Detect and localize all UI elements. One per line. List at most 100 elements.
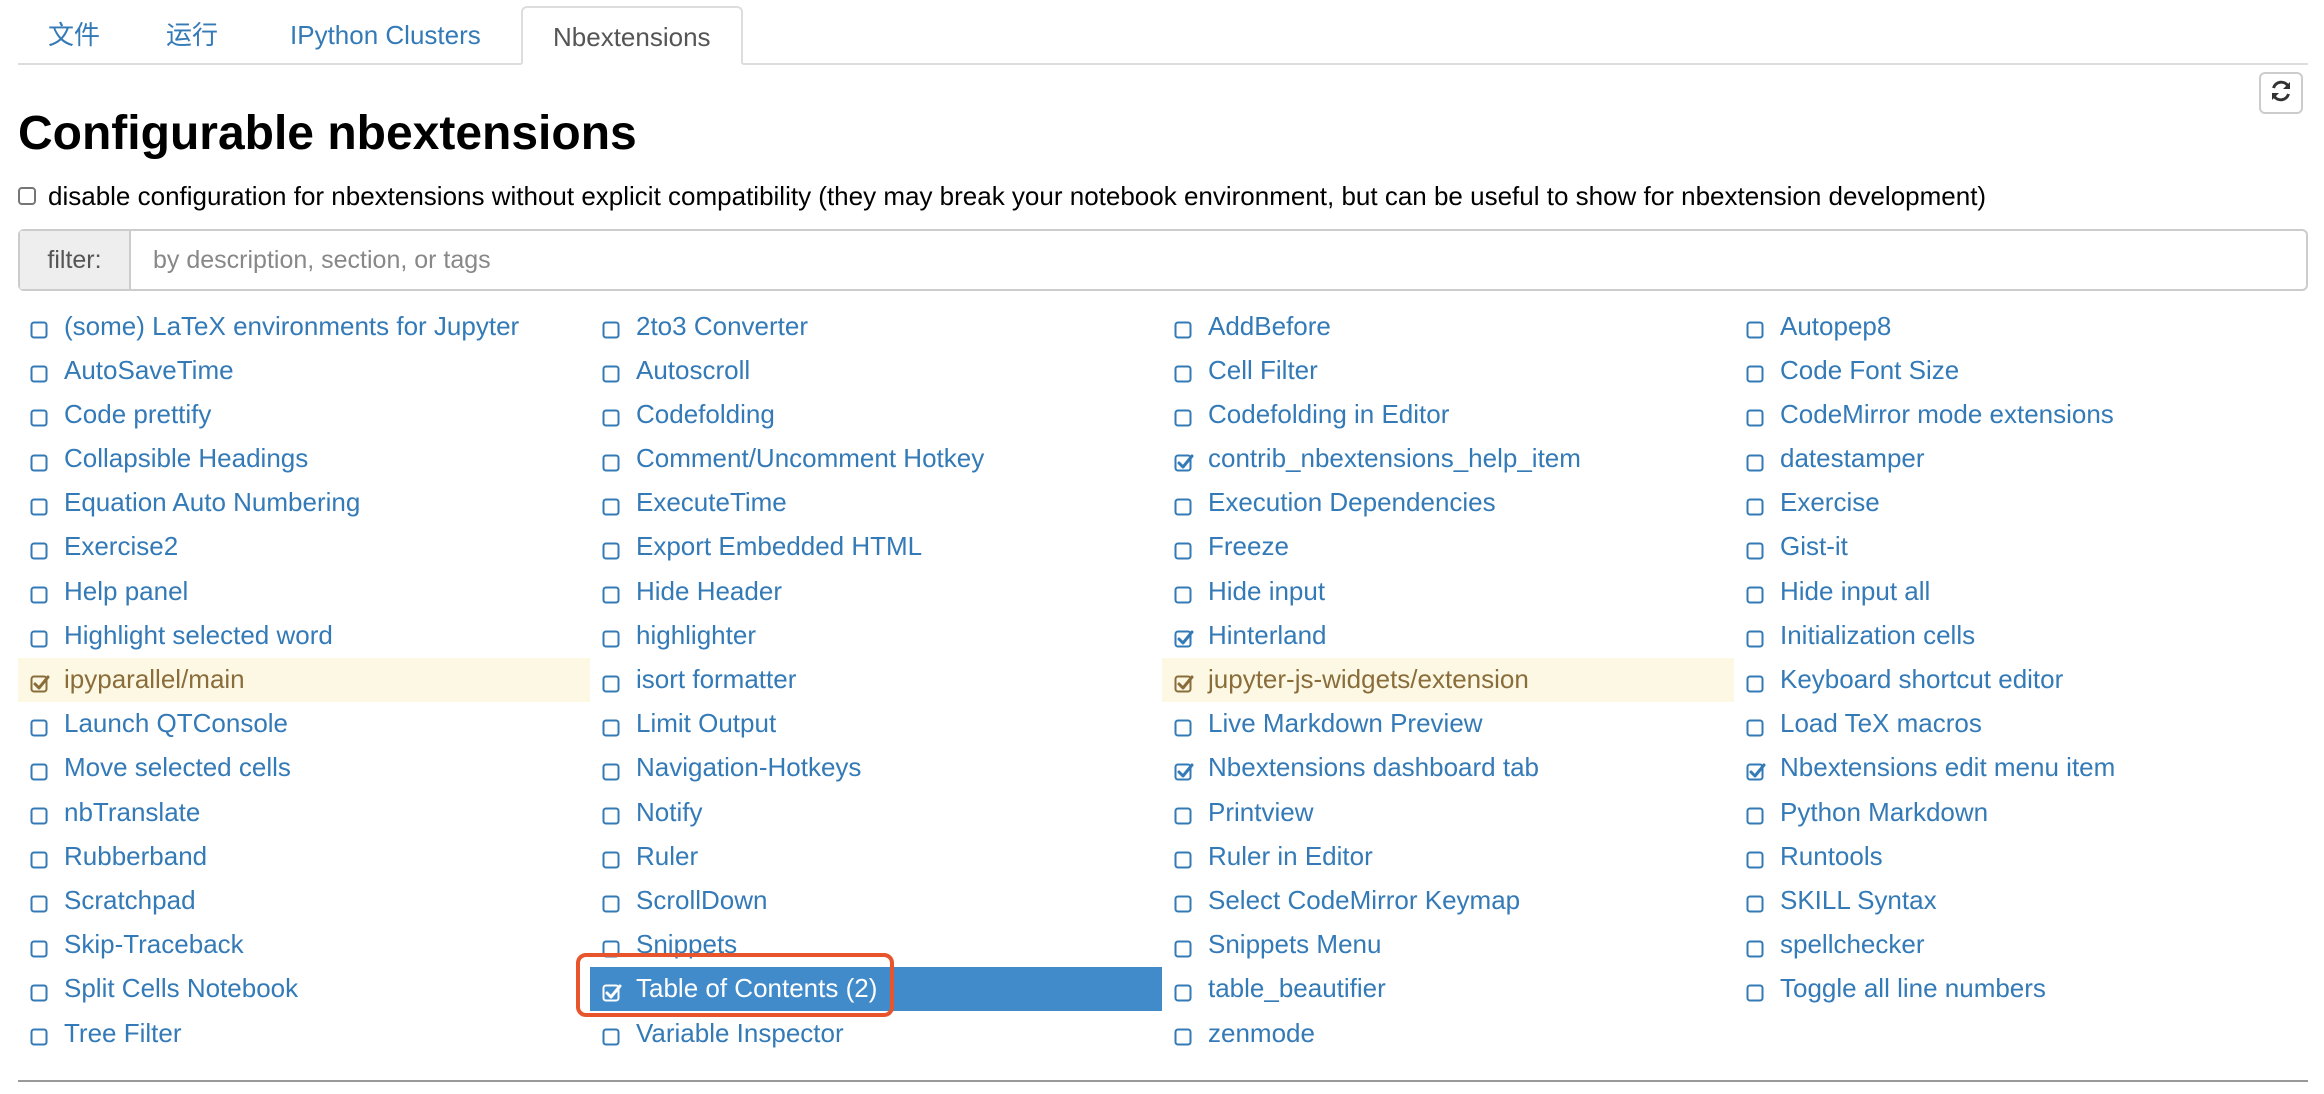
nbextension-item-spellchecker[interactable]: spellchecker [1734,923,2306,967]
unchecked-checkbox-icon[interactable] [1174,581,1194,604]
nbextension-item-exercise2[interactable]: Exercise2 [18,525,590,569]
checked-checkbox-icon[interactable] [1174,670,1194,692]
nbextension-item-nbtranslate[interactable]: nbTranslate [18,790,590,834]
unchecked-checkbox-icon[interactable] [30,625,50,648]
disable-compatibility-option[interactable]: disable configuration for nbextensions w… [18,180,1986,212]
unchecked-checkbox-icon[interactable] [30,581,50,604]
unchecked-checkbox-icon[interactable] [30,493,50,516]
nbextension-item-autoscroll[interactable]: Autoscroll [590,348,1162,392]
unchecked-checkbox-icon[interactable] [1174,493,1194,516]
nbextension-item-table-beautifier[interactable]: table_beautifier [1162,967,1734,1011]
unchecked-checkbox-icon[interactable] [602,581,622,604]
unchecked-checkbox-icon[interactable] [1746,979,1766,1002]
nbextension-item-select-codemirror-keymap[interactable]: Select CodeMirror Keymap [1162,878,1734,922]
nbextension-item-jupyter-js-widgets-extension[interactable]: jupyter-js-widgets/extension [1162,657,1734,702]
unchecked-checkbox-icon[interactable] [1746,714,1766,737]
unchecked-checkbox-icon[interactable] [1174,360,1194,383]
nbextension-item-hide-header[interactable]: Hide Header [590,569,1162,613]
nbextension-item-autosavetime[interactable]: AutoSaveTime [18,348,590,392]
unchecked-checkbox-icon[interactable] [1746,316,1766,339]
unchecked-checkbox-icon[interactable] [1174,935,1194,958]
unchecked-checkbox-icon[interactable] [602,625,622,648]
nbextension-item-runtools[interactable]: Runtools [1734,834,2306,878]
nbextension-item-keyboard-shortcut-editor[interactable]: Keyboard shortcut editor [1734,658,2306,702]
nbextension-item-live-markdown-preview[interactable]: Live Markdown Preview [1162,702,1734,746]
unchecked-checkbox-icon[interactable] [30,1023,50,1046]
unchecked-checkbox-icon[interactable] [1174,537,1194,560]
nbextension-item-gist-it[interactable]: Gist-it [1734,525,2306,569]
nbextension-item-highlighter[interactable]: highlighter [590,613,1162,657]
unchecked-checkbox-icon[interactable] [602,846,622,869]
nbextension-item-comment-uncomment-hotkey[interactable]: Comment/Uncomment Hotkey [590,437,1162,481]
nbextension-item-nbextensions-dashboard-tab[interactable]: Nbextensions dashboard tab [1162,746,1734,790]
nbextension-item-autopep8[interactable]: Autopep8 [1734,304,2306,348]
unchecked-checkbox-icon[interactable] [1746,493,1766,516]
unchecked-checkbox-icon[interactable] [1746,581,1766,604]
unchecked-checkbox-icon[interactable] [602,1023,622,1046]
unchecked-checkbox-icon[interactable] [30,979,50,1002]
tab-ipython-clusters[interactable]: IPython Clusters [260,6,511,63]
nbextension-item-contrib-nbextensions-help-item[interactable]: contrib_nbextensions_help_item [1162,437,1734,481]
unchecked-checkbox-icon[interactable] [1746,537,1766,560]
nbextension-item-export-embedded-html[interactable]: Export Embedded HTML [590,525,1162,569]
unchecked-checkbox-icon[interactable] [1746,802,1766,825]
nbextension-item-load-tex-macros[interactable]: Load TeX macros [1734,702,2306,746]
nbextension-item-highlight-selected-word[interactable]: Highlight selected word [18,613,590,657]
nbextension-item-code-prettify[interactable]: Code prettify [18,392,590,436]
nbextension-item-help-panel[interactable]: Help panel [18,569,590,613]
nbextension-item-scratchpad[interactable]: Scratchpad [18,878,590,922]
unchecked-checkbox-icon[interactable] [602,714,622,737]
unchecked-checkbox-icon[interactable] [1174,846,1194,869]
unchecked-checkbox-icon[interactable] [1174,316,1194,339]
unchecked-checkbox-icon[interactable] [1746,625,1766,648]
nbextension-item-equation-auto-numbering[interactable]: Equation Auto Numbering [18,481,590,525]
nbextension-item-hide-input-all[interactable]: Hide input all [1734,569,2306,613]
nbextension-item-split-cells-notebook[interactable]: Split Cells Notebook [18,967,590,1011]
nbextension-item-limit-output[interactable]: Limit Output [590,702,1162,746]
nbextension-item-exercise[interactable]: Exercise [1734,481,2306,525]
nbextension-item-rubberband[interactable]: Rubberband [18,834,590,878]
checked-checkbox-icon[interactable] [1174,625,1194,648]
unchecked-checkbox-icon[interactable] [30,714,50,737]
nbextension-item-toggle-all-line-numbers[interactable]: Toggle all line numbers [1734,967,2306,1011]
nbextension-item-freeze[interactable]: Freeze [1162,525,1734,569]
nbextension-item-addbefore[interactable]: AddBefore [1162,304,1734,348]
unchecked-checkbox-icon[interactable] [1746,846,1766,869]
nbextension-item-notify[interactable]: Notify [590,790,1162,834]
unchecked-checkbox-icon[interactable] [30,316,50,339]
unchecked-checkbox-icon[interactable] [602,890,622,913]
refresh-button[interactable] [2259,72,2303,114]
nbextension-item-ruler[interactable]: Ruler [590,834,1162,878]
nbextension-item-skip-traceback[interactable]: Skip-Traceback [18,923,590,967]
checked-checkbox-icon[interactable] [1174,449,1194,472]
checked-checkbox-icon[interactable] [1746,758,1766,781]
nbextension-item-cell-filter[interactable]: Cell Filter [1162,348,1734,392]
unchecked-checkbox-icon[interactable] [1174,802,1194,825]
unchecked-checkbox-icon[interactable] [1746,360,1766,383]
nbextension-item-ipyparallel-main[interactable]: ipyparallel/main [18,657,590,702]
unchecked-checkbox-icon[interactable] [602,449,622,472]
unchecked-checkbox-icon[interactable] [30,537,50,560]
unchecked-checkbox-icon[interactable] [1746,935,1766,958]
unchecked-checkbox-icon[interactable] [602,802,622,825]
nbextension-item-printview[interactable]: Printview [1162,790,1734,834]
nbextension-item-launch-qtconsole[interactable]: Launch QTConsole [18,702,590,746]
unchecked-checkbox-icon[interactable] [1174,404,1194,427]
nbextension-item-navigation-hotkeys[interactable]: Navigation-Hotkeys [590,746,1162,790]
nbextension-item-execution-dependencies[interactable]: Execution Dependencies [1162,481,1734,525]
unchecked-checkbox-icon[interactable] [1174,979,1194,1002]
unchecked-checkbox-icon[interactable] [30,802,50,825]
unchecked-checkbox-icon[interactable] [30,846,50,869]
unchecked-checkbox-icon[interactable] [30,890,50,913]
disable-compatibility-checkbox[interactable] [18,187,36,205]
checked-checkbox-icon[interactable] [1174,758,1194,781]
nbextension-item-python-markdown[interactable]: Python Markdown [1734,790,2306,834]
nbextension-item-move-selected-cells[interactable]: Move selected cells [18,746,590,790]
unchecked-checkbox-icon[interactable] [1746,670,1766,692]
tab-files[interactable]: 文件 [18,6,130,63]
nbextension-item-skill-syntax[interactable]: SKILL Syntax [1734,878,2306,922]
nbextension-item-isort-formatter[interactable]: isort formatter [590,658,1162,702]
nbextension-item-hide-input[interactable]: Hide input [1162,569,1734,613]
nbextension-item-codefolding[interactable]: Codefolding [590,392,1162,436]
unchecked-checkbox-icon[interactable] [1746,449,1766,472]
